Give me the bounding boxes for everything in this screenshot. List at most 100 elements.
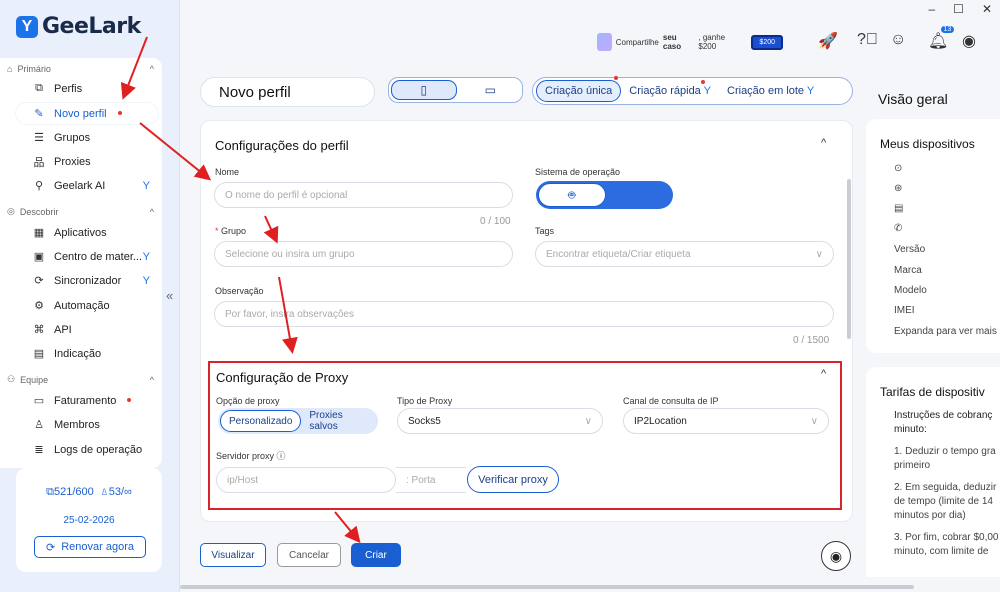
brand-label: Marca — [894, 265, 922, 276]
chevron-up-icon: ^ — [149, 374, 154, 385]
vertical-scrollbar[interactable] — [847, 179, 851, 339]
sidebar-item-faturamento[interactable]: ▭ Faturamento — [16, 390, 158, 411]
app-logo: Y GeeLark — [16, 14, 141, 39]
collapse-sidebar-icon[interactable]: « — [166, 288, 173, 303]
name-char-count: 0 / 100 — [480, 216, 511, 227]
chevron-down-icon: ∨ — [584, 415, 592, 427]
user-account-icon[interactable]: ◉ — [962, 31, 976, 51]
device-type-toggle: ▯ ▭ — [388, 77, 523, 103]
sidebar-item-indicacao[interactable]: ▤ Indicação — [16, 343, 158, 364]
sidebar-item-logs[interactable]: ≣ Logs de operação — [16, 439, 158, 460]
sidebar-item-geelark-ai[interactable]: ⚲ Geelark AI Y — [16, 175, 158, 196]
proxy-port-input[interactable]: : Porta — [396, 467, 466, 493]
logs-icon: ≣ — [34, 444, 44, 456]
verify-proxy-button[interactable]: Verificar proxy — [467, 466, 559, 493]
android-icon[interactable]: 🤖︎ — [538, 183, 606, 207]
phone-icon: ✆ — [894, 223, 903, 234]
device-icon: ⧉ — [46, 486, 54, 498]
app-name: GeeLark — [42, 14, 141, 39]
top-bar: – ☐ ✕ Compartilhe seu caso, ganhe $200 $… — [180, 0, 1000, 70]
proxy-host-input[interactable]: ip/Host — [216, 467, 396, 493]
profile-section-title: Configurações do perfil — [215, 138, 349, 153]
reward-badge: $200 — [751, 34, 783, 50]
my-devices-card: Meus dispositivos ⊙ ⊛ ▤ ✆ Versão Marca M… — [866, 119, 1000, 353]
sidebar-item-perfis[interactable]: ⧉ Perfis — [16, 78, 158, 99]
section-discover[interactable]: ◎ Descobrir ^ — [7, 206, 154, 217]
chevron-up-icon[interactable]: ^ — [821, 137, 826, 149]
horizontal-scrollbar[interactable] — [180, 585, 914, 589]
chevron-up-icon[interactable]: ^ — [821, 368, 826, 380]
discover-icon: ◎ — [7, 206, 15, 216]
rocket-icon[interactable]: 🚀 — [818, 31, 838, 51]
robot-icon: ⚙ — [34, 300, 44, 312]
notification-count: 13 — [940, 26, 955, 33]
rates-line: 2. Em seguida, deduzir — [894, 482, 997, 493]
custom-proxy-option[interactable]: Personalizado — [220, 410, 302, 432]
create-button[interactable]: Criar — [351, 543, 401, 567]
chevron-down-icon: ∨ — [810, 415, 818, 427]
section-team[interactable]: ⚇ Equipe ^ — [7, 374, 154, 385]
help-icon[interactable]: ?⃝ — [857, 31, 878, 49]
phone-icon[interactable]: ▯ — [391, 80, 457, 100]
maximize-icon[interactable]: ☐ — [953, 2, 964, 16]
api-icon: ⌘ — [33, 324, 45, 336]
gift-icon — [597, 33, 612, 51]
device-rates-card: Tarifas de dispositiv Instruções de cobr… — [866, 367, 1000, 577]
tab-single-creation[interactable]: Criação única — [536, 76, 622, 102]
expand-more-link[interactable]: Expanda para ver mais — [894, 326, 997, 337]
rates-line: minuto, com limite de — [894, 546, 989, 557]
tags-label: Tags — [535, 226, 555, 236]
group-select[interactable]: Selecione ou insira um grupo — [214, 241, 513, 267]
help-icon[interactable]: ⓘ — [277, 451, 286, 461]
section-primary[interactable]: ⌂ Primário ^ — [7, 64, 154, 74]
minimize-icon[interactable]: – — [928, 2, 935, 16]
sidebar-item-membros[interactable]: ♙ Membros — [16, 414, 158, 435]
ip-channel-select[interactable]: IP2Location ∨ — [623, 408, 829, 434]
page-header: Novo perfil ▯ ▭ Criação única Criação rá… — [200, 76, 853, 107]
sidebar-item-aplicativos[interactable]: ▦ Aplicativos — [16, 222, 158, 243]
new-feature-icon: Y — [142, 250, 150, 263]
desktop-icon[interactable]: ▭ — [459, 78, 523, 102]
proxy-option-toggle: Personalizado Proxies salvos — [218, 408, 378, 434]
sim-icon: ▤ — [894, 203, 904, 214]
sidebar-item-sincronizador[interactable]: ⟳ Sincronizador Y — [16, 270, 158, 291]
apple-icon[interactable] — [606, 183, 672, 207]
proxy-type-select[interactable]: Socks5 ∨ — [397, 408, 603, 434]
referral-banner[interactable]: Compartilhe seu caso, ganhe $200 $200 — [597, 31, 783, 53]
sidebar-menu: ⌂ Primário ^ ⧉ Perfis ✎ Novo perfil ☰ Grupos … — [0, 58, 162, 468]
rates-title: Tarifas de dispositiv — [880, 385, 985, 399]
materials-icon: ▣ — [33, 251, 45, 263]
home-icon: ⌂ — [7, 64, 13, 74]
sidebar-item-grupos[interactable]: ☰ Grupos — [16, 127, 158, 148]
proxy-config-section: Configuração de Proxy ^ Opção de proxy P… — [208, 361, 842, 510]
renew-button[interactable]: ⟳ Renovar agora — [34, 536, 146, 558]
rates-line: primeiro — [894, 460, 931, 471]
cancel-button[interactable]: Cancelar — [277, 543, 341, 567]
tab-quick-creation[interactable]: Criação rápida Y — [621, 80, 719, 97]
billing-icon: ▭ — [33, 395, 45, 407]
sidebar-item-automacao[interactable]: ⚙ Automação — [16, 295, 158, 316]
new-feature-icon: Y — [142, 274, 150, 287]
note-input[interactable]: Por favor, insira observações — [214, 301, 834, 327]
rates-line: minuto: — [894, 424, 927, 435]
gift-icon: ▤ — [33, 348, 45, 360]
preview-button[interactable]: Visualizar — [200, 543, 266, 567]
profile-name-input[interactable]: O nome do perfil é opcional — [214, 182, 513, 208]
tab-batch-creation[interactable]: Criação em lote Y — [719, 85, 822, 97]
name-label: Nome — [215, 167, 240, 177]
sidebar-item-centro-materiais[interactable]: ▣ Centro de mater... Y — [16, 246, 158, 267]
assistant-eye-icon[interactable]: ◉ — [821, 541, 851, 571]
notification-bell-icon[interactable]: 🔔︎ 13 — [928, 26, 955, 51]
close-icon[interactable]: ✕ — [982, 2, 992, 16]
support-icon[interactable]: ☺ — [890, 31, 906, 49]
notification-dot — [701, 80, 706, 84]
sidebar-item-api[interactable]: ⌘ API — [16, 319, 158, 340]
notification-dot — [117, 110, 122, 115]
saved-proxies-option[interactable]: Proxies salvos — [301, 410, 378, 432]
overview-title: Visão geral — [878, 91, 948, 107]
tags-select[interactable]: Encontrar etiqueta/Criar etiqueta ∨ — [535, 241, 834, 267]
window-controls: – ☐ ✕ — [928, 2, 992, 16]
expiry-date: 25-02-2026 — [63, 515, 115, 526]
sidebar-item-proxies[interactable]: 品 Proxies — [16, 151, 158, 172]
sidebar-item-novo-perfil[interactable]: ✎ Novo perfil — [16, 103, 158, 124]
